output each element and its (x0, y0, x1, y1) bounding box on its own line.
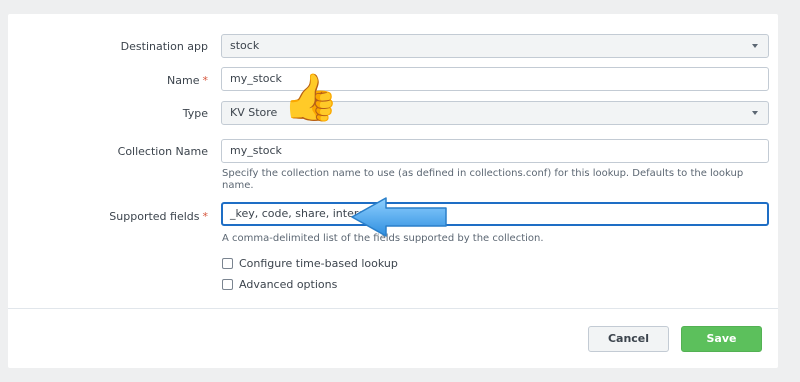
time-based-lookup-option[interactable]: Configure time-based lookup (222, 257, 398, 270)
supported-fields-input[interactable]: _key, code, share, interest (221, 202, 769, 226)
collection-name-label: Collection Name (117, 145, 208, 158)
cancel-button[interactable]: Cancel (588, 326, 669, 352)
collection-name-input[interactable]: my_stock (221, 139, 769, 163)
time-based-lookup-checkbox[interactable] (222, 258, 233, 269)
required-indicator: * (202, 210, 209, 223)
footer-divider (8, 308, 778, 309)
supported-fields-label: Supported fields * (109, 210, 209, 223)
name-value: my_stock (230, 72, 282, 85)
advanced-options-option[interactable]: Advanced options (222, 278, 337, 291)
collection-name-value: my_stock (230, 144, 282, 157)
lookup-form-panel: Destination app stock Name * my_stock Typ… (8, 14, 778, 368)
required-indicator: * (202, 74, 209, 87)
destination-app-select[interactable]: stock (221, 34, 769, 58)
arrow-left-icon (351, 197, 447, 237)
destination-app-label: Destination app (120, 40, 208, 53)
name-label: Name * (167, 74, 209, 87)
chevron-down-icon (752, 44, 758, 48)
collection-name-help: Specify the collection name to use (as d… (222, 168, 744, 191)
chevron-down-icon (752, 111, 758, 115)
advanced-options-label: Advanced options (239, 278, 338, 291)
destination-app-value: stock (230, 39, 260, 52)
advanced-options-checkbox[interactable] (222, 279, 233, 290)
save-button[interactable]: Save (681, 326, 762, 352)
thumbs-up-icon: 👍 (282, 70, 340, 124)
supported-fields-help: A comma-delimited list of the fields sup… (222, 233, 544, 244)
time-based-lookup-label: Configure time-based lookup (239, 257, 398, 270)
type-label: Type (182, 107, 208, 120)
type-value: KV Store (230, 106, 278, 119)
